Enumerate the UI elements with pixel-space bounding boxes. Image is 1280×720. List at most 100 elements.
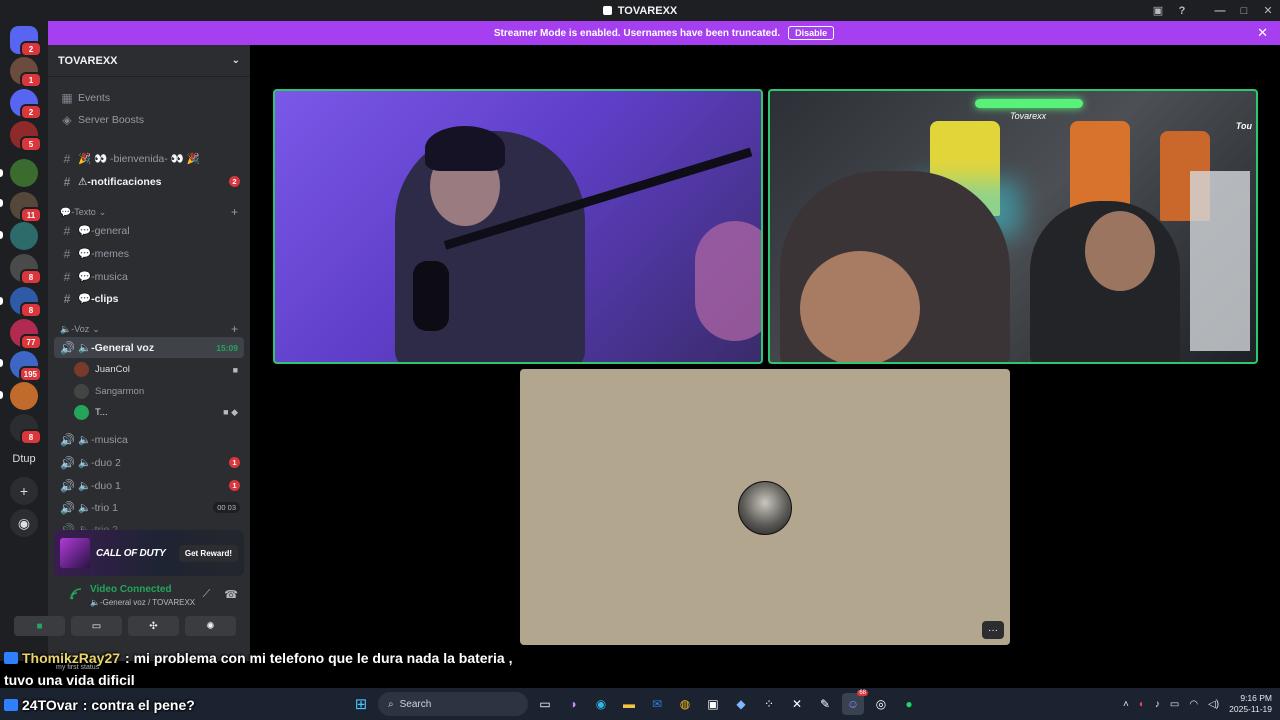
server-badge: 8	[20, 302, 42, 318]
server-icon-server-12[interactable]: 8	[10, 414, 42, 445]
camera-button[interactable]: ■	[14, 616, 65, 636]
voice-status[interactable]: Video Connected	[70, 584, 172, 595]
chat-line-3: 24TOvar : contra el pene?	[4, 697, 195, 713]
help-icon[interactable]: ?	[1170, 0, 1194, 21]
channel-label: 🔈-musica	[78, 434, 128, 446]
game-promo-card[interactable]: CALL OF DUTY Get Reward!	[54, 530, 244, 576]
category-voz[interactable]: 🔈-Voz ⌄ +	[54, 321, 244, 337]
add-server-icon[interactable]: +	[10, 477, 38, 505]
chat-line-2: tuvo una vida dificil	[4, 672, 135, 688]
tray-app-icon[interactable]: ◐	[1139, 699, 1145, 710]
soundboard-button[interactable]: ✺	[185, 616, 236, 636]
activities-button[interactable]: ✣	[128, 616, 179, 636]
wifi-icon[interactable]: ◠	[1189, 699, 1198, 710]
server-folder-label[interactable]: Dtup	[0, 453, 48, 465]
screen-share-button[interactable]: ▭	[71, 616, 122, 636]
taskbar-clock[interactable]: 9:16 PM 2025-11-19	[1229, 693, 1272, 715]
get-reward-button[interactable]: Get Reward!	[178, 544, 238, 562]
server-icon-server-3[interactable]: 5	[10, 121, 42, 152]
voice-channel-duo-1[interactable]: 🔊 🔈-duo 1 1	[54, 475, 244, 496]
discover-icon[interactable]: ◉	[10, 509, 38, 537]
close-window-button[interactable]: ✕	[1256, 0, 1280, 21]
add-channel-icon[interactable]: +	[231, 205, 238, 219]
category-label: 🔈-Voz	[60, 323, 90, 334]
taskbar-search[interactable]: ⌕ Search	[378, 692, 528, 716]
voice-timer: 15:09	[216, 342, 238, 353]
promo-game-title: CALL OF DUTY	[96, 547, 166, 559]
microphone-icon[interactable]: ♪	[1155, 699, 1160, 710]
file-explorer-icon[interactable]: ▬	[618, 693, 640, 715]
server-badge: 1	[20, 72, 42, 88]
obs-icon[interactable]: ◎	[870, 693, 892, 715]
channel-label: 🔈-duo 2	[78, 457, 121, 469]
sidebar-item-events[interactable]: ▦ Events	[54, 87, 244, 108]
more-options-button[interactable]: ···	[982, 621, 1004, 639]
server-icon-server-2[interactable]: 2	[10, 89, 42, 120]
chevron-up-icon[interactable]: ˄	[1123, 699, 1129, 710]
server-icon-server-8[interactable]: 8	[10, 287, 42, 318]
unread-pill	[0, 231, 3, 239]
task-view-icon[interactable]: ▭	[534, 693, 556, 715]
voice-channel-general-voz[interactable]: 🔊 🔈-General voz 15:09	[54, 337, 244, 358]
windows-start-icon[interactable]: ⊞	[350, 693, 372, 715]
server-icon-server-11[interactable]	[10, 382, 38, 410]
server-icon-server-10[interactable]: 195	[10, 351, 42, 382]
edge-icon[interactable]: ◉	[590, 693, 612, 715]
disable-streamer-mode-button[interactable]: Disable	[788, 26, 835, 40]
boost-icon: ◈	[62, 112, 72, 127]
server-icon-server-9[interactable]: 77	[10, 319, 42, 350]
channel-bienvenida[interactable]: # 🎉 👀 -bienvenida- 👀 🎉	[54, 148, 244, 169]
avatar	[74, 405, 89, 420]
server-icon-server-5[interactable]: 11	[10, 192, 42, 223]
vpn-icon[interactable]: ◆	[730, 693, 752, 715]
maximize-button[interactable]: □	[1232, 0, 1256, 21]
discord-taskbar-icon[interactable]: ☺ 68	[842, 690, 868, 715]
video-tile-streamer-right[interactable]: Tovarexx Tou	[768, 89, 1258, 364]
server-header[interactable]: TOVAREXX ⌄	[48, 45, 250, 77]
minimize-button[interactable]: —	[1208, 0, 1232, 21]
spotify-icon[interactable]: ●	[898, 693, 920, 715]
user-count-pill: 00 03	[213, 502, 240, 513]
name-tag-text: Tovarexx	[1010, 111, 1047, 121]
close-banner-icon[interactable]: ✕	[1257, 25, 1268, 41]
store-icon[interactable]: ▣	[702, 693, 724, 715]
channel-musica-text[interactable]: # 💬-musica	[54, 266, 244, 287]
server-icon-server-7[interactable]: 8	[10, 254, 42, 285]
copilot-icon[interactable]: ◑	[562, 693, 584, 715]
voice-user-t[interactable]: T... ■ ◆	[74, 402, 244, 423]
server-icon-server-6[interactable]	[10, 222, 38, 250]
apps-icon[interactable]: ⁘	[758, 693, 780, 715]
voice-channel-trio-1[interactable]: 🔊 🔈-trio 1 00 03	[54, 497, 244, 518]
monitor-icon[interactable]: ▭	[1170, 699, 1179, 710]
category-texto[interactable]: 💬-Texto ⌄ +	[54, 204, 244, 220]
server-icon-server-4[interactable]	[10, 159, 38, 187]
voice-channel-duo-2[interactable]: 🔊 🔈-duo 2 1	[54, 452, 244, 473]
noise-suppression-icon[interactable]: ⟋	[203, 588, 211, 601]
add-channel-icon[interactable]: +	[231, 322, 238, 336]
chrome-icon[interactable]: ◍	[674, 693, 696, 715]
unread-pill	[0, 359, 3, 367]
sidebar-item-server-boosts[interactable]: ◈ Server Boosts	[54, 109, 244, 130]
server-icon-home[interactable]: 2	[10, 26, 42, 57]
server-name: TOVAREXX	[58, 54, 118, 67]
chat-line-1: ThomikzRay27 : mi problema con mi telefo…	[4, 650, 512, 666]
channel-notificaciones[interactable]: # ⚠-notificaciones 2	[54, 171, 244, 192]
server-badge: 8	[20, 429, 42, 445]
disconnect-icon[interactable]: ☎	[224, 588, 238, 601]
streamer-mode-message: Streamer Mode is enabled. Usernames have…	[493, 27, 781, 39]
inbox-icon[interactable]: ▣	[1146, 0, 1170, 21]
voice-user-sangarmon[interactable]: Sangarmon	[74, 381, 244, 402]
video-tile-streamer-left[interactable]	[273, 89, 763, 364]
tools-icon[interactable]: ✕	[786, 693, 808, 715]
volume-icon[interactable]: ◁)	[1208, 699, 1219, 710]
server-badge: 2	[20, 41, 42, 57]
channel-general[interactable]: # 💬-general	[54, 220, 244, 241]
channel-memes[interactable]: # 💬-memes	[54, 243, 244, 264]
voice-channel-musica[interactable]: 🔊 🔈-musica	[54, 429, 244, 450]
voice-user-juancol[interactable]: JuanCol ■	[74, 359, 244, 380]
video-tile-avatar[interactable]: ···	[520, 369, 1010, 645]
server-icon-server-1[interactable]: 1	[10, 57, 42, 88]
notes-icon[interactable]: ✎	[814, 693, 836, 715]
outlook-icon[interactable]: ✉	[646, 693, 668, 715]
channel-clips[interactable]: # 💬-clips	[54, 288, 244, 309]
